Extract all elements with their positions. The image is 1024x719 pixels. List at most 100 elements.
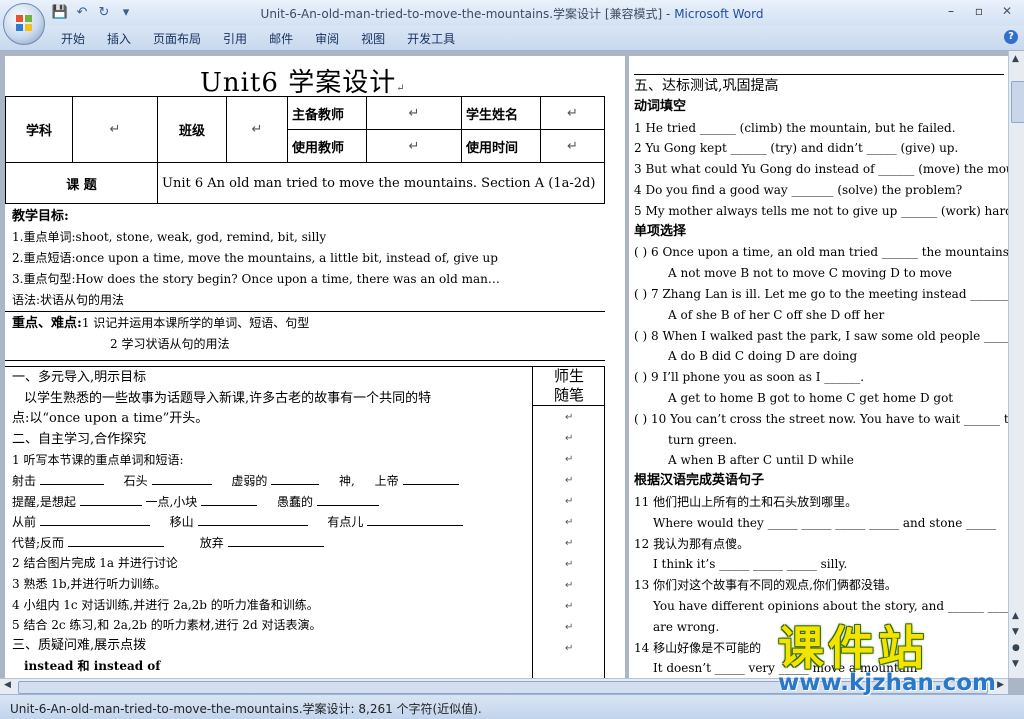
notes-column-marks: ↵ ↵ ↵ ↵ ↵ ↵ ↵ ↵ ↵ ↵ ↵ ↵ bbox=[565, 407, 585, 659]
divider bbox=[5, 311, 605, 312]
tab-page-layout[interactable]: 页面布局 bbox=[142, 30, 212, 48]
translation-en: Where would they _____ _____ _____ _____… bbox=[653, 515, 997, 530]
help-icon[interactable]: ? bbox=[1004, 30, 1018, 44]
side-column-line bbox=[604, 366, 605, 678]
verb-item: 1 He tried ______ (climb) the mountain, … bbox=[634, 120, 956, 135]
section-3-item: instead 和 instead of bbox=[24, 659, 161, 674]
section-1-heading: 一、多元导入,明示目标 bbox=[12, 370, 147, 385]
blank[interactable] bbox=[197, 525, 308, 527]
select-browse-object-icon[interactable]: ● bbox=[1012, 643, 1020, 653]
main-teacher-value[interactable]: ↵ bbox=[366, 96, 462, 130]
key-points-line-2: 2 学习状语从句的用法 bbox=[110, 337, 230, 351]
office-button[interactable] bbox=[3, 3, 45, 45]
section-2-item-4: 4 小组内 1c 对话训练,并进行 2a,2b 的听力准备和训练。 bbox=[12, 597, 319, 612]
info-table: 学科 ↵ 班级 ↵ 主备教师 ↵ 学生姓名 ↵ 使用教师 ↵ 使用时间 ↵ 课 … bbox=[5, 96, 605, 204]
using-time-label: 使用时间 bbox=[461, 129, 541, 163]
vocab-cue: 虚弱的 bbox=[231, 473, 268, 488]
topic-label: 课 题 bbox=[5, 162, 158, 204]
vocab-cue: 上帝 bbox=[374, 473, 399, 488]
page-title: Unit6 学案设计↵ bbox=[200, 62, 406, 99]
paragraph-mark: ↵ bbox=[565, 475, 574, 486]
tab-view[interactable]: 视图 bbox=[350, 30, 396, 48]
blank[interactable] bbox=[79, 504, 142, 506]
blank[interactable] bbox=[201, 504, 258, 506]
student-name-value[interactable]: ↵ bbox=[540, 96, 605, 130]
vocab-cue: 放弃 bbox=[199, 535, 224, 550]
office-logo-icon bbox=[16, 15, 32, 31]
main-teacher-label: 主备教师 bbox=[287, 96, 367, 130]
paragraph-mark: ↵ bbox=[565, 643, 574, 654]
blank[interactable] bbox=[39, 525, 150, 527]
blank[interactable] bbox=[227, 545, 324, 547]
vertical-scrollbar[interactable]: ▲ ▲ ▼ ● ▼ bbox=[1008, 51, 1024, 678]
choice-options: turn green. bbox=[668, 432, 737, 447]
notes-header-line-2: 随笔 bbox=[553, 386, 584, 404]
ribbon-tab-bar: 开始 插入 页面布局 引用 邮件 审阅 视图 开发工具 ? bbox=[0, 26, 1024, 51]
section-1-text-a: 以学生熟悉的一些故事为话题导入新课,许多古老的故事有一个共同的特 bbox=[24, 390, 432, 406]
tab-home[interactable]: 开始 bbox=[50, 30, 96, 48]
status-text: Unit-6-An-old-man-tried-to-move-the-moun… bbox=[10, 702, 482, 716]
document-page-left[interactable]: Unit6 学案设计↵ 学科 ↵ 班级 ↵ 主备教师 ↵ 学生姓名 ↵ 使用教师… bbox=[5, 56, 625, 678]
section-2-item-2: 2 结合图片完成 1a 并进行讨论 bbox=[12, 556, 178, 571]
choice-question: ( ) 7 Zhang Lan is ill. Let me go to the… bbox=[634, 286, 1008, 301]
using-teacher-value[interactable]: ↵ bbox=[366, 129, 462, 163]
subject-value[interactable]: ↵ bbox=[72, 96, 158, 163]
blank[interactable] bbox=[151, 483, 212, 485]
key-points: 重点、难点:1 识记并运用本课所学的单词、短语、句型 2 学习状语从句的用法 bbox=[12, 313, 602, 355]
blank[interactable] bbox=[39, 483, 104, 485]
restore-button[interactable]: ▫ bbox=[966, 2, 992, 20]
blank[interactable] bbox=[316, 504, 379, 506]
page-title-text: Unit6 学案设计 bbox=[200, 68, 397, 98]
minimize-button[interactable]: – bbox=[938, 2, 964, 20]
tab-mailings[interactable]: 邮件 bbox=[258, 30, 304, 48]
blank[interactable] bbox=[67, 545, 164, 547]
vocab-cue: 愚蠢的 bbox=[276, 494, 313, 509]
verb-item: 5 My mother always tells me not to give … bbox=[634, 203, 1008, 218]
window-controls: – ▫ ✕ bbox=[938, 2, 1020, 20]
scroll-down-icon[interactable]: ▼ bbox=[1012, 627, 1019, 637]
vocab-cue: 石头 bbox=[123, 473, 148, 488]
document-page-right[interactable]: 五、达标测试,巩固提高 动词填空 1 He tried ______ (clim… bbox=[629, 56, 1008, 678]
blank[interactable] bbox=[271, 483, 320, 485]
class-value[interactable]: ↵ bbox=[226, 96, 288, 163]
window-title: Unit-6-An-old-man-tried-to-move-the-moun… bbox=[0, 5, 1024, 22]
scroll-left-icon[interactable]: ◀ bbox=[4, 680, 11, 690]
tab-review[interactable]: 审阅 bbox=[304, 30, 350, 48]
key-points-line-1: 1 识记并运用本课所学的单词、短语、句型 bbox=[81, 316, 310, 330]
student-name-label: 学生姓名 bbox=[461, 96, 541, 130]
tab-insert[interactable]: 插入 bbox=[96, 30, 142, 48]
vocab-cue: 代替;反而 bbox=[12, 535, 65, 550]
window-title-app: Microsoft Word bbox=[674, 7, 764, 21]
using-teacher-label: 使用教师 bbox=[287, 129, 367, 163]
blank[interactable] bbox=[402, 483, 459, 485]
translation-cn: 13 你们对这个故事有不同的观点,你们俩都没错。 bbox=[634, 578, 897, 593]
vocab-row-2: 提醒,是想起 一点,小块 愚蠢的 bbox=[12, 492, 530, 513]
goals-line-4: 语法:状语从句的用法 bbox=[12, 293, 125, 307]
vocab-cue: 提醒,是想起 bbox=[12, 494, 76, 509]
using-time-value[interactable]: ↵ bbox=[540, 129, 605, 163]
section-2-item-1: 1 听写本节课的重点单词和短语: bbox=[12, 453, 184, 468]
section-2-item-5: 5 结合 2c 练习,和 2a,2b 的听力素材,进行 2d 对话表演。 bbox=[12, 618, 322, 633]
close-button[interactable]: ✕ bbox=[994, 2, 1020, 20]
translation-heading: 根据汉语完成英语句子 bbox=[634, 473, 765, 489]
paragraph-mark: ↵ bbox=[565, 538, 574, 549]
vertical-scroll-thumb[interactable] bbox=[1011, 81, 1024, 123]
watermark-logo: 课件站 www.kjzhan.com bbox=[772, 612, 1012, 702]
blank[interactable] bbox=[367, 525, 464, 527]
scroll-up-icon[interactable]: ▲ bbox=[1012, 611, 1019, 621]
lesson-body: 一、多元导入,明示目标 以学生熟悉的一些故事为话题导入新课,许多古老的故事有一个… bbox=[12, 368, 530, 677]
vocab-cue: 从前 bbox=[12, 515, 37, 530]
choice-options: A do B did C doing D are doing bbox=[668, 349, 858, 364]
paragraph-mark: ↵ bbox=[565, 580, 574, 591]
paragraph-mark: ↵ bbox=[396, 83, 406, 94]
choice-heading: 单项选择 bbox=[634, 223, 687, 239]
scroll-up-icon[interactable]: ▲ bbox=[1012, 54, 1019, 64]
verb-heading: 动词填空 bbox=[634, 98, 687, 114]
tab-references[interactable]: 引用 bbox=[212, 30, 258, 48]
vocab-cue: 射击 bbox=[12, 473, 37, 488]
teaching-goals: 教学目标: 1.重点单词:shoot, stone, weak, god, re… bbox=[12, 206, 602, 311]
tab-developer[interactable]: 开发工具 bbox=[396, 30, 466, 48]
translation-en: I think it’s _____ _____ _____ silly. bbox=[653, 557, 848, 572]
paragraph-mark: ↵ bbox=[565, 622, 574, 633]
page-down-icon[interactable]: ▼ bbox=[1012, 659, 1019, 669]
